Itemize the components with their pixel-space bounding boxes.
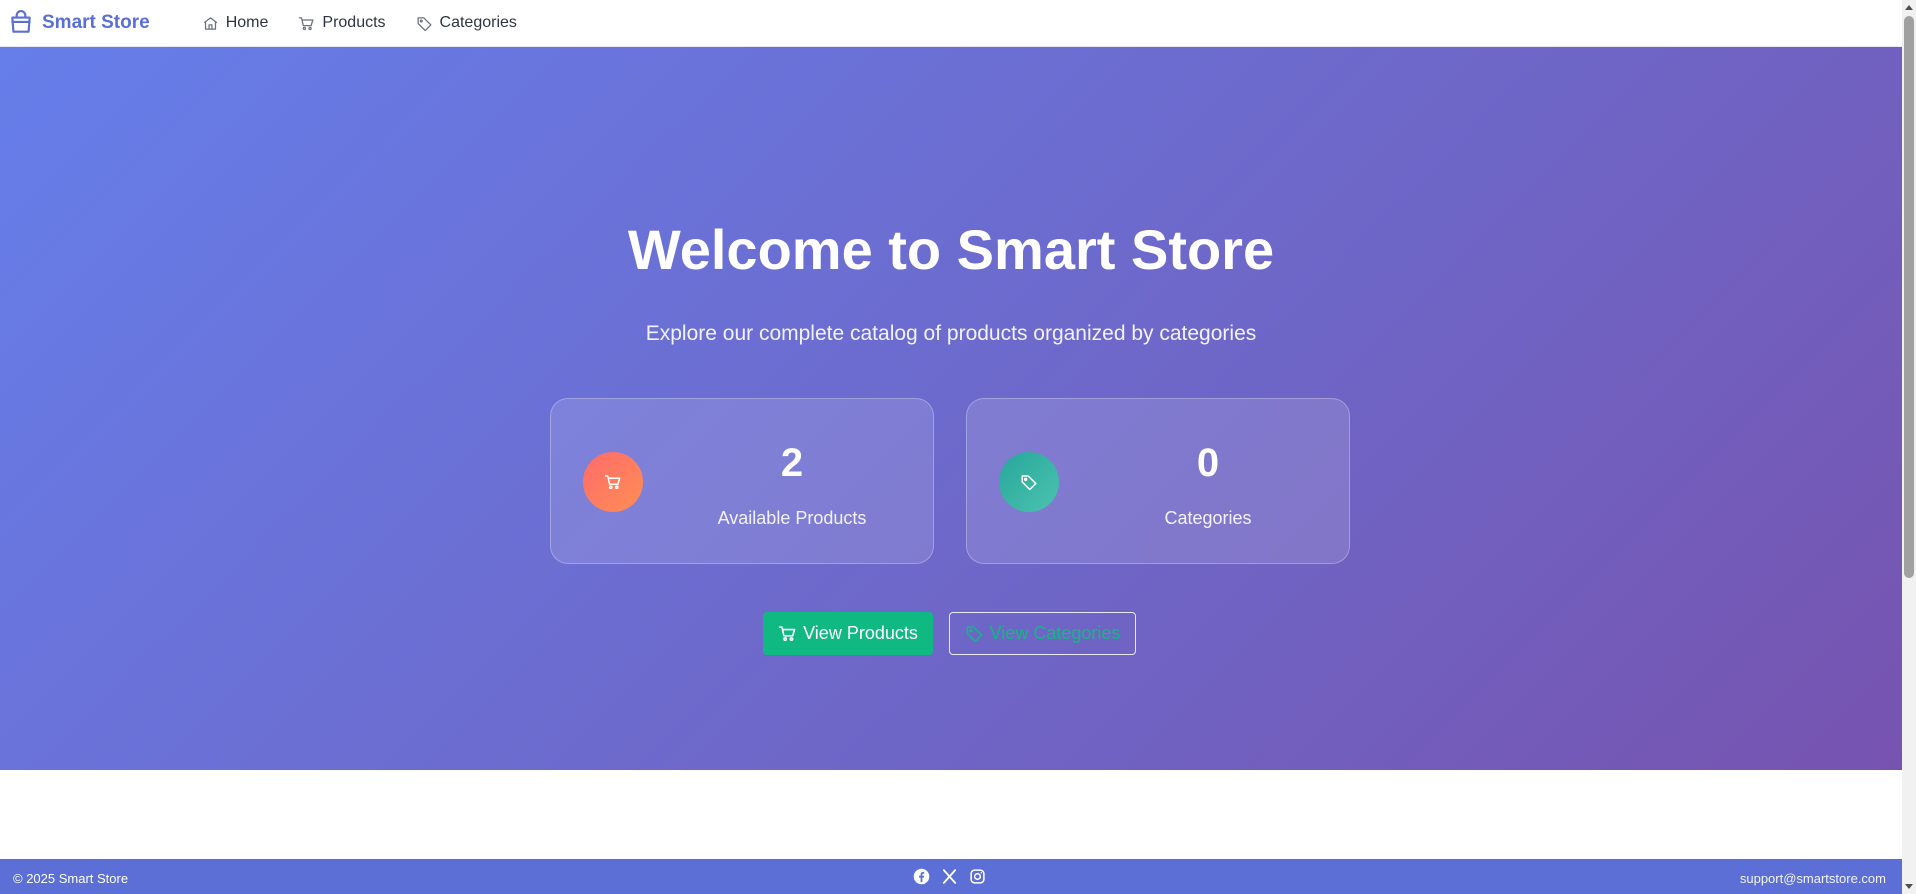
instagram-link[interactable] [969, 868, 986, 885]
hero-subtitle: Explore our complete catalog of products… [645, 322, 1257, 345]
footer-copyright: © 2025 Smart Store [13, 871, 129, 886]
x-link[interactable] [941, 868, 958, 885]
stat-value-products: 2 [780, 441, 804, 485]
stat-card-products: 2 Available Products [550, 398, 934, 564]
scroll-down-arrow-icon[interactable] [1905, 884, 1913, 889]
nav-item-label: Categories [439, 14, 517, 31]
cart-icon [299, 16, 314, 30]
hero-section: Welcome to Smart Store Explore our compl… [0, 47, 1902, 770]
nav-item-label: Products [322, 14, 386, 31]
view-products-label: View Products [803, 623, 918, 643]
navbar: Smart Store Home Products Categories [0, 0, 1902, 47]
instagram-icon [970, 869, 985, 884]
tag-icon [417, 16, 432, 31]
nav-links: Home Products Categories [202, 14, 547, 32]
stat-value-categories: 0 [1196, 441, 1220, 485]
footer-email-link[interactable]: support@smartstore.com [1740, 871, 1886, 886]
home-icon [203, 16, 217, 30]
view-categories-button[interactable]: View Categories [949, 612, 1136, 655]
brand-name: Smart Store [42, 12, 150, 33]
tag-icon [966, 626, 983, 643]
hero-title: Welcome to Smart Store [627, 218, 1275, 281]
shopping-bag-icon [11, 10, 31, 33]
scrollbar-thumb[interactable] [1904, 16, 1914, 578]
stat-icon-categories [999, 452, 1059, 512]
x-icon [942, 869, 957, 884]
nav-item-categories[interactable]: Categories [416, 14, 517, 32]
nav-item-label: Home [225, 14, 269, 31]
page-scrollbar[interactable] [1902, 0, 1916, 894]
facebook-link[interactable] [913, 868, 930, 885]
brand-link[interactable]: Smart Store [8, 10, 150, 36]
stat-label-products: Available Products [717, 508, 867, 528]
nav-item-home[interactable]: Home [202, 14, 269, 32]
view-products-button[interactable]: View Products [763, 612, 933, 655]
stat-label-categories: Categories [1164, 508, 1252, 528]
scroll-up-arrow-icon[interactable] [1905, 5, 1913, 10]
stat-card-categories: 0 Categories [966, 398, 1350, 564]
footer-social-links [913, 868, 997, 885]
nav-item-products[interactable]: Products [298, 14, 386, 32]
cart-icon [604, 475, 621, 490]
cart-icon [778, 626, 796, 642]
stat-icon-products [583, 452, 643, 512]
view-categories-label: View Categories [989, 623, 1121, 643]
footer: © 2025 Smart Store support@smartstore.co… [0, 859, 1902, 894]
facebook-icon [913, 868, 930, 885]
tag-icon [1021, 475, 1037, 491]
